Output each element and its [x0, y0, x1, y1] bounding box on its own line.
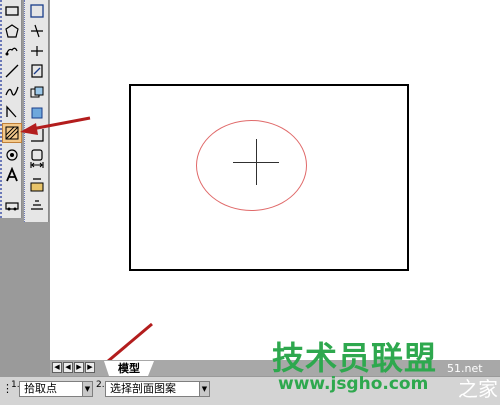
- insert-icon[interactable]: [28, 62, 46, 80]
- match-icon[interactable]: [28, 176, 46, 194]
- drawing-circle: [196, 120, 307, 211]
- draw-toolbar: [0, 0, 22, 218]
- layer-icon[interactable]: [28, 196, 46, 214]
- step2-number: 2.: [96, 380, 105, 390]
- spline-icon[interactable]: [3, 82, 21, 100]
- watermark-brand: 技术员联盟: [272, 339, 438, 377]
- extend-icon[interactable]: [28, 22, 46, 40]
- prev-tab-icon[interactable]: ◀: [63, 362, 73, 373]
- chevron-down-icon[interactable]: ▼: [82, 381, 93, 397]
- watermark-partial-text: 之家: [458, 377, 498, 401]
- revision-cloud-icon[interactable]: [3, 42, 21, 60]
- modify-toolbar: [24, 0, 49, 222]
- block-icon[interactable]: [3, 196, 21, 214]
- next-tab-icon[interactable]: ▶: [74, 362, 84, 373]
- text-icon[interactable]: [3, 166, 21, 184]
- annotation-arrow-icon: [20, 116, 91, 135]
- rectangle-icon[interactable]: [3, 2, 21, 20]
- trim-icon[interactable]: [28, 42, 46, 60]
- chevron-down-icon[interactable]: ▼: [199, 381, 210, 397]
- tab-model[interactable]: 模型: [104, 361, 154, 376]
- first-tab-icon[interactable]: ◀: [52, 362, 62, 373]
- stretch-icon[interactable]: [28, 156, 46, 174]
- polygon-icon[interactable]: [3, 22, 21, 40]
- line-icon[interactable]: [3, 62, 21, 80]
- rectangle-frame-icon[interactable]: [28, 2, 46, 20]
- crosshair-vertical: [256, 139, 257, 185]
- region-icon[interactable]: [3, 146, 21, 164]
- watermark-url: www.jsgho.com: [278, 374, 429, 394]
- copy-icon[interactable]: [28, 84, 46, 102]
- hatch-pattern-select[interactable]: 选择剖面图案: [105, 381, 200, 397]
- last-tab-icon[interactable]: ▶: [85, 362, 95, 373]
- pick-point-select[interactable]: 拾取点: [19, 381, 83, 397]
